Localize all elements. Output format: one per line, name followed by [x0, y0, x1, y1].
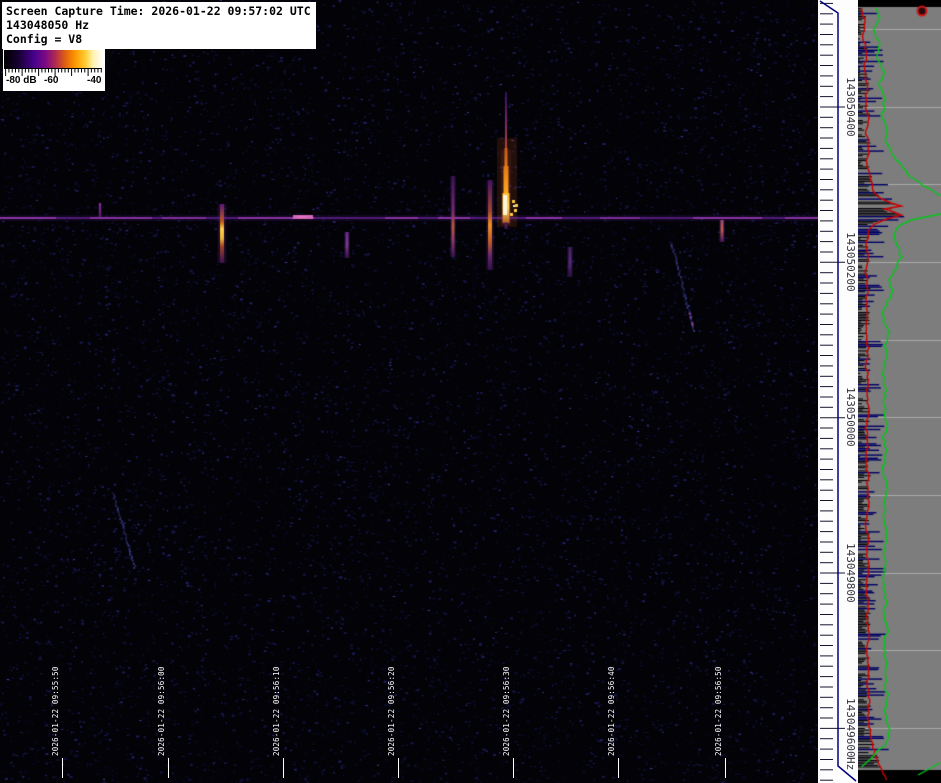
time-label: 2026-01-22 09:56:40 [607, 666, 616, 756]
frequency-label: 143050400 [844, 77, 857, 137]
capture-time-text: Screen Capture Time: 2026-01-22 09:57:02… [6, 4, 311, 18]
time-tick [513, 758, 514, 778]
color-gradient-bar [4, 50, 103, 68]
spectrum-panel-canvas [858, 0, 941, 783]
time-tick [618, 758, 619, 778]
legend-label-60: -60 [44, 75, 59, 86]
time-tick [62, 758, 63, 778]
color-scale-legend: -80 dB -60 -40 [3, 49, 105, 91]
frequency-label: 143049800 [844, 543, 857, 603]
legend-label-80db: -80 dB [6, 75, 37, 86]
spectrogram-canvas [0, 0, 818, 783]
time-tick [283, 758, 284, 778]
frequency-label: 143050200 [844, 232, 857, 292]
time-label: 2026-01-22 09:56:30 [502, 666, 511, 756]
time-label: 2026-01-22 09:56:10 [272, 666, 281, 756]
frequency-unit-label: Hz [844, 757, 857, 771]
capture-info-box: Screen Capture Time: 2026-01-22 09:57:02… [2, 2, 316, 49]
time-label: 2026-01-22 09:56:00 [157, 666, 166, 756]
time-label: 2026-01-22 09:56:50 [714, 666, 723, 756]
spectrum-lab-screen-capture: Screen Capture Time: 2026-01-22 09:57:02… [0, 0, 941, 783]
capture-frequency-text: 143048050 Hz [6, 18, 90, 32]
time-label: 2026-01-22 09:56:20 [387, 666, 396, 756]
time-tick [398, 758, 399, 778]
capture-config-text: Config = V8 [6, 32, 83, 46]
legend-label-40: -40 [87, 75, 102, 86]
frequency-label: 143050000 [844, 387, 857, 447]
time-tick [725, 758, 726, 778]
time-label: 2026-01-22 09:55:50 [51, 666, 60, 756]
frequency-label: 143049600 [844, 698, 857, 758]
time-tick [168, 758, 169, 778]
